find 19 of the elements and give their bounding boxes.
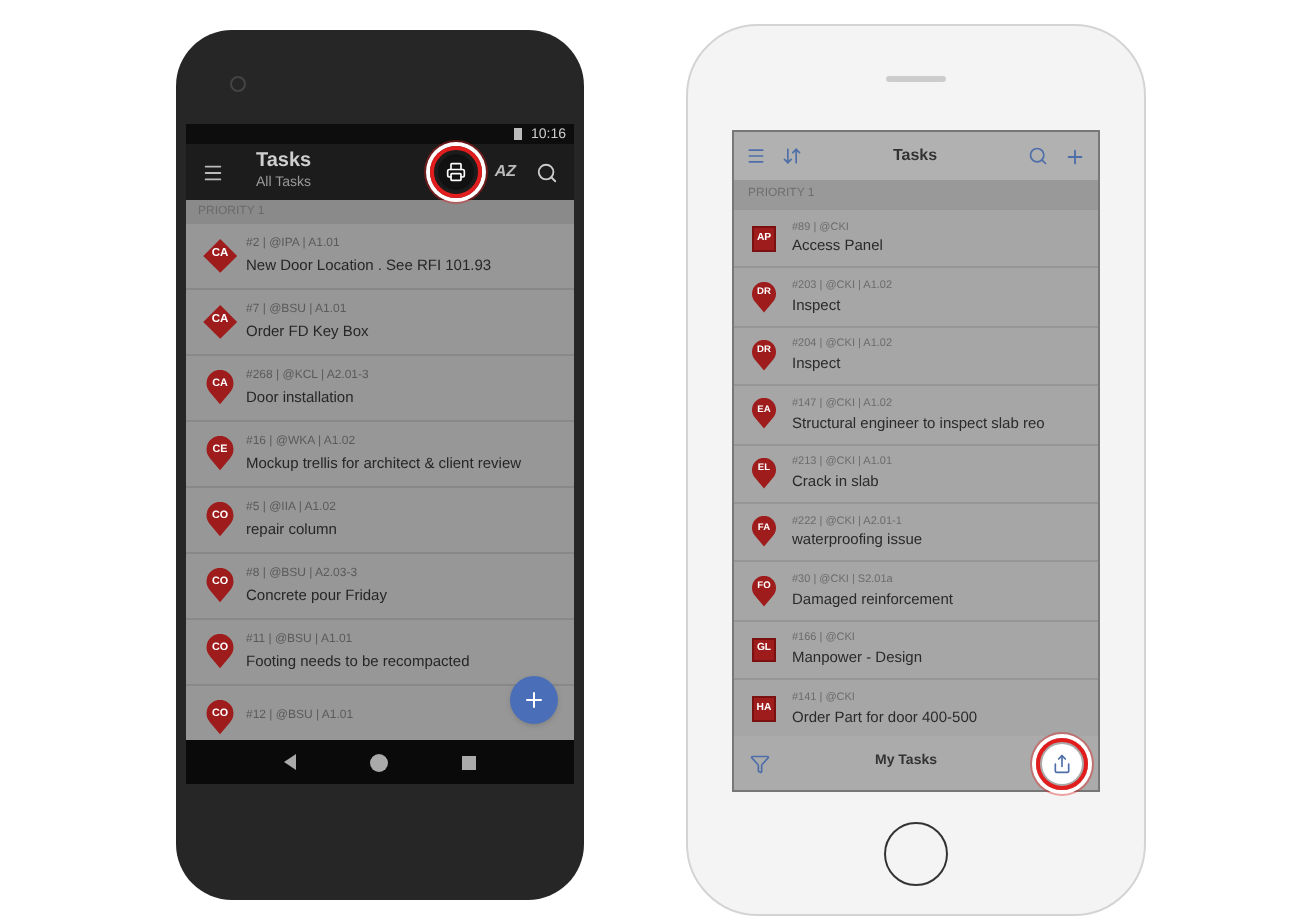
highlight-ring bbox=[430, 146, 483, 198]
share-icon bbox=[1052, 753, 1072, 773]
speaker-slot bbox=[886, 75, 946, 81]
recents-icon[interactable] bbox=[462, 755, 477, 769]
sort-button[interactable]: AZ bbox=[494, 164, 516, 180]
menu-icon[interactable] bbox=[202, 161, 224, 183]
plus-icon bbox=[522, 688, 546, 712]
toolbar-title: Tasks bbox=[256, 150, 312, 175]
camera-icon bbox=[230, 75, 246, 91]
battery-icon bbox=[514, 128, 523, 140]
printer-icon bbox=[446, 162, 467, 182]
back-icon[interactable] bbox=[283, 754, 296, 770]
home-button[interactable] bbox=[884, 821, 948, 885]
search-button[interactable] bbox=[536, 161, 558, 183]
share-button[interactable] bbox=[1042, 743, 1082, 783]
home-icon[interactable] bbox=[369, 753, 388, 771]
print-button[interactable] bbox=[438, 154, 475, 190]
highlight-ring bbox=[1036, 737, 1088, 789]
header-title: Tasks bbox=[890, 144, 940, 168]
